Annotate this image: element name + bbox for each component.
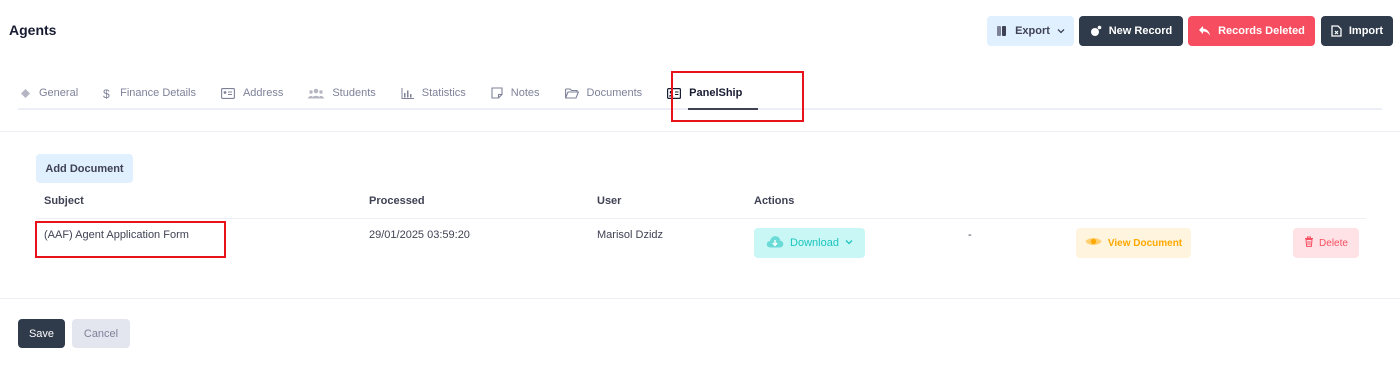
cell-processed: 29/01/2025 03:59:20 [369,229,470,241]
tab-label: Notes [510,87,540,99]
new-record-button[interactable]: New Record [1079,16,1183,46]
tab-notes[interactable]: Notes [491,84,540,102]
address-card-icon [221,87,235,99]
delete-button[interactable]: Delete [1293,228,1359,258]
column-header-subject: Subject [44,195,84,207]
records-deleted-button[interactable]: Records Deleted [1188,16,1315,46]
tab-label: Finance Details [120,87,196,99]
download-label: Download [790,237,839,249]
eye-icon [1085,236,1102,250]
save-button[interactable]: Save [18,319,65,348]
tab-finance-details[interactable]: $ Finance Details [103,84,196,102]
cloud-download-icon [766,235,784,251]
highlight-box-tab [671,71,804,122]
table-header-divider [36,218,1366,219]
export-label: Export [1015,25,1050,37]
tab-statistics[interactable]: Statistics [401,84,466,102]
svg-text:$: $ [103,87,110,100]
folder-icon [564,87,579,99]
highlight-box-subject [35,221,226,258]
page-title: Agents [9,22,57,38]
trash-icon [1304,236,1314,250]
import-button[interactable]: Import [1321,16,1393,46]
cell-user: Marisol Dzidz [597,229,664,241]
export-button[interactable]: Export [987,16,1074,46]
view-document-label: View Document [1107,237,1183,249]
dollar-icon: $ [103,87,112,100]
new-record-icon [1090,25,1102,37]
tab-label: Statistics [421,87,466,99]
tab-students[interactable]: Students [308,84,376,102]
cell-dash: - [968,229,972,241]
records-deleted-label: Records Deleted [1218,25,1305,37]
new-record-label: New Record [1108,25,1173,37]
tab-bar: General $ Finance Details Address Studen… [20,84,767,102]
column-header-processed: Processed [369,195,425,207]
tab-documents[interactable]: Documents [564,84,643,102]
add-document-button[interactable]: Add Document [36,154,133,183]
tab-general[interactable]: General [20,84,78,102]
column-header-user: User [597,195,622,207]
tab-label: Students [332,87,376,99]
diamond-icon [20,88,31,99]
chevron-down-icon [845,237,853,249]
bar-chart-icon [401,87,414,99]
file-import-icon [1331,25,1342,37]
tab-address[interactable]: Address [221,84,283,102]
export-icon [996,25,1008,37]
view-document-button[interactable]: View Document [1076,228,1191,258]
cancel-button[interactable]: Cancel [72,319,130,348]
tab-label: General [39,87,79,99]
import-label: Import [1348,25,1384,37]
tab-label: Address [242,87,284,99]
section-divider [0,131,1400,132]
tab-label: Documents [586,87,643,99]
note-icon [491,87,503,99]
download-button[interactable]: Download [754,228,865,258]
undo-icon [1198,25,1211,37]
column-header-actions: Actions [754,195,795,207]
delete-label: Delete [1319,237,1348,249]
users-icon [308,88,325,99]
footer-divider [0,298,1400,299]
chevron-down-icon [1057,27,1065,35]
